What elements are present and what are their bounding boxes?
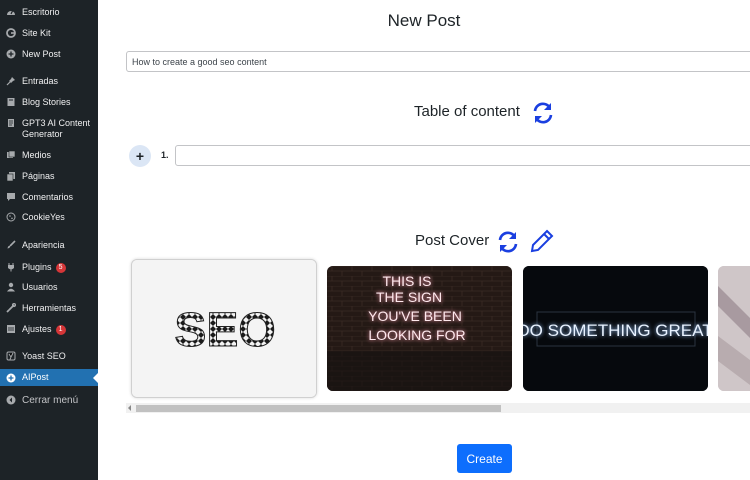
sidebar-item-comentarios[interactable]: Comentarios: [0, 192, 98, 205]
cover-image-text-line-4: LOOKING FOR: [368, 327, 465, 343]
edit-cover-pencil-icon[interactable]: [530, 229, 554, 258]
cover-image-text: SEO: [174, 304, 275, 357]
cover-image-text-line-3: YOU'VE BEEN: [368, 308, 462, 324]
sidebar-item-blog-stories[interactable]: Blog Stories: [0, 97, 98, 110]
sidebar-item-label: Medios: [22, 150, 52, 160]
sidebar-item-aipost[interactable]: AIPost: [0, 369, 98, 386]
scroll-left-arrow-icon[interactable]: [128, 405, 131, 411]
update-count-badge: 1: [55, 325, 66, 335]
sidebar-item-label: GPT3 AI Content Generator: [22, 118, 91, 139]
cover-image-text-line-1: THIS IS: [382, 273, 431, 289]
sidebar-item-yoast-seo[interactable]: Yoast SEO: [0, 351, 98, 364]
pages-icon: [6, 171, 16, 181]
sidebar-item-paginas[interactable]: Páginas: [0, 171, 98, 184]
sidebar-item-label: Blog Stories: [22, 97, 71, 107]
sidebar-item-site-kit[interactable]: Site Kit: [0, 28, 98, 41]
sidebar-item-apariencia[interactable]: Apariencia: [0, 240, 98, 253]
sidebar-item-label: Ajustes: [22, 324, 52, 334]
document-icon: [6, 118, 16, 128]
sidebar-collapse-menu[interactable]: Cerrar menú: [0, 395, 98, 408]
sidebar-item-label: Yoast SEO: [22, 351, 66, 361]
wrench-icon: [6, 303, 16, 313]
sidebar-item-new-post[interactable]: New Post: [0, 49, 98, 62]
scrollbar-thumb[interactable]: [136, 405, 501, 412]
media-icon: [6, 150, 16, 160]
sidebar-item-ajustes[interactable]: Ajustes 1: [0, 324, 98, 337]
post-cover-title: Post Cover: [415, 232, 490, 249]
dashboard-icon: [6, 7, 16, 17]
sidebar-item-plugins[interactable]: Plugins 5: [0, 262, 98, 275]
create-button[interactable]: Create: [457, 444, 512, 473]
sidebar-item-label: Site Kit: [22, 28, 51, 38]
active-menu-arrow: [93, 373, 98, 383]
sidebar-item-label: Entradas: [22, 76, 59, 86]
admin-sidebar: Escritorio Site Kit New Post Entradas Bl…: [0, 0, 98, 480]
sidebar-item-label: Cerrar menú: [22, 395, 79, 406]
toc-title: Table of content: [414, 103, 520, 120]
sidebar-item-label: New Post: [22, 49, 61, 59]
user-icon: [6, 282, 16, 292]
cover-image-text-line-2: THE SIGN: [376, 289, 442, 305]
cookie-icon: [6, 212, 16, 222]
sidebar-item-label: Plugins: [22, 262, 52, 272]
sidebar-item-label: CookieYes: [22, 212, 65, 222]
paintbrush-icon: [6, 240, 16, 250]
sidebar-item-cookieyes[interactable]: CookieYes: [0, 212, 98, 225]
plus-circle-icon: [6, 373, 16, 383]
refresh-toc-icon[interactable]: [531, 101, 555, 130]
sidebar-item-medios[interactable]: Medios: [0, 150, 98, 163]
sidebar-item-label: Apariencia: [22, 240, 65, 250]
google-g-icon: [6, 28, 16, 38]
sidebar-item-label: Comentarios: [22, 192, 74, 202]
sidebar-item-label: Páginas: [22, 171, 55, 181]
plugin-icon: [6, 262, 16, 272]
cover-image-partial[interactable]: [718, 266, 750, 391]
page-title: New Post: [387, 11, 461, 30]
yoast-icon: [6, 351, 16, 361]
post-title-input[interactable]: [126, 51, 750, 72]
toc-item-number: 1.: [161, 150, 169, 160]
cover-image-seo[interactable]: SEO: [131, 259, 317, 398]
sidebar-item-gpt3[interactable]: GPT3 AI Content Generator: [0, 118, 98, 142]
add-toc-item-button[interactable]: +: [129, 145, 151, 167]
cover-image-neon-sign[interactable]: THIS IS THE SIGN YOU'VE BEEN LOOKING FOR: [327, 266, 512, 391]
update-count-badge: 5: [55, 263, 66, 273]
settings-icon: [6, 324, 16, 334]
plus-circle-icon: [6, 49, 16, 59]
book-icon: [6, 97, 16, 107]
sidebar-item-herramientas[interactable]: Herramientas: [0, 303, 98, 316]
collapse-icon: [6, 395, 16, 405]
pushpin-icon: [6, 76, 16, 86]
sidebar-item-label: Herramientas: [22, 303, 77, 313]
toc-item-input[interactable]: [175, 145, 750, 166]
sidebar-item-label: AIPost: [22, 372, 49, 382]
sidebar-item-label: Escritorio: [22, 7, 60, 17]
comment-icon: [6, 192, 16, 202]
sidebar-item-usuarios[interactable]: Usuarios: [0, 282, 98, 295]
refresh-cover-icon[interactable]: [496, 230, 520, 259]
sidebar-item-label: Usuarios: [22, 282, 58, 292]
cover-scrollbar[interactable]: [126, 403, 750, 413]
sidebar-item-entradas[interactable]: Entradas: [0, 76, 98, 89]
cover-image-do-something-great[interactable]: DO SOMETHING GREAT: [523, 266, 708, 391]
cover-image-text: DO SOMETHING GREAT: [523, 321, 708, 340]
sidebar-item-escritorio[interactable]: Escritorio: [0, 7, 98, 20]
